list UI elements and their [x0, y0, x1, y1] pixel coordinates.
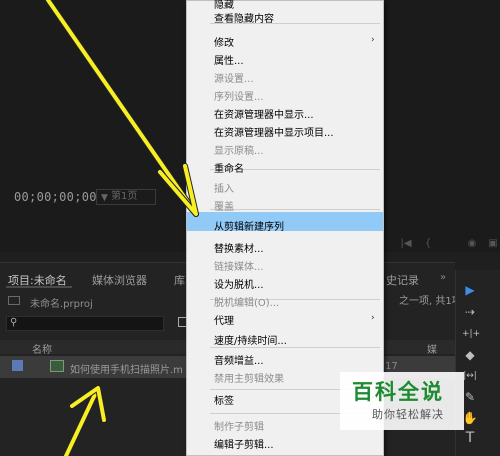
- clip-name[interactable]: 如何使用手机扫描照片.m: [70, 361, 183, 376]
- menu-item[interactable]: 从剪辑新建序列: [214, 218, 284, 233]
- menu-item[interactable]: 重命名: [214, 160, 244, 175]
- page-select[interactable]: ▼ 第1页: [96, 189, 156, 205]
- watermark-title: 百科全说: [352, 380, 444, 404]
- timecode-display[interactable]: 00;00;00;00: [14, 190, 97, 204]
- menu-item[interactable]: 在资源管理器中显示项目...: [214, 124, 334, 139]
- menu-item[interactable]: 设为脱机...: [214, 276, 264, 291]
- slip-tool-icon[interactable]: |↔|: [462, 368, 478, 384]
- type-tool-icon[interactable]: T: [462, 430, 478, 446]
- hand-tool-icon[interactable]: ✋: [462, 410, 478, 426]
- panel-menu-icon[interactable]: »: [440, 272, 446, 283]
- menu-item[interactable]: 源设置...: [214, 70, 254, 85]
- selection-tool-icon[interactable]: ▶: [462, 282, 478, 298]
- video-clip-icon: [50, 360, 64, 372]
- search-input[interactable]: [6, 316, 164, 331]
- page-select-value: 第1页: [111, 191, 138, 202]
- label-color-swatch[interactable]: [12, 360, 23, 371]
- tab-media-browser[interactable]: 媒体浏览器: [92, 272, 147, 288]
- menu-item[interactable]: 脱机编辑(O)...: [214, 294, 279, 309]
- active-tab-indicator: [6, 286, 72, 288]
- column-media[interactable]: 媒: [427, 341, 437, 356]
- menu-item[interactable]: 编辑子剪辑...: [214, 436, 274, 451]
- chevron-down-icon: ▼: [101, 193, 108, 203]
- folder-icon: [8, 296, 20, 305]
- menu-item[interactable]: 禁用主剪辑效果: [214, 370, 284, 385]
- column-name[interactable]: 名称: [32, 341, 52, 356]
- menu-item[interactable]: 修改: [214, 34, 234, 49]
- razor-tool-icon[interactable]: ◆: [462, 347, 478, 363]
- tab-library[interactable]: 库: [174, 272, 185, 288]
- menu-item[interactable]: 序列设置...: [214, 88, 264, 103]
- tab-history[interactable]: 史记录: [386, 272, 419, 288]
- track-select-tool-icon[interactable]: ⇢: [462, 304, 478, 320]
- menu-item[interactable]: 在资源管理器中显示...: [214, 106, 314, 121]
- project-file-name: 未命名.prproj: [30, 299, 93, 310]
- submenu-arrow-icon: ›: [371, 35, 375, 45]
- menu-separator: [210, 209, 380, 210]
- menu-item[interactable]: 属性...: [214, 52, 244, 67]
- item-count: 之一项, 共1项: [399, 296, 462, 307]
- export-frame-icon[interactable]: ▣: [486, 238, 500, 250]
- in-point-icon[interactable]: {: [421, 238, 435, 250]
- menu-item[interactable]: 标签: [214, 392, 234, 407]
- menu-item[interactable]: 制作子剪辑: [214, 418, 264, 433]
- step-icon[interactable]: |◀: [399, 238, 413, 250]
- search-icon: ⚲: [10, 317, 18, 328]
- menu-separator: [210, 347, 380, 348]
- menu-item[interactable]: 速度/持续时间...: [214, 332, 287, 347]
- pen-tool-icon[interactable]: ✎: [462, 389, 478, 405]
- clip-frame-rate: 17: [385, 361, 398, 372]
- menu-item[interactable]: 替换素材...: [214, 240, 264, 255]
- menu-item[interactable]: 查看隐藏内容: [214, 10, 274, 25]
- ripple-edit-tool-icon[interactable]: +|+: [462, 326, 480, 342]
- menu-item[interactable]: 覆盖: [214, 198, 234, 213]
- menu-item[interactable]: 插入: [214, 180, 234, 195]
- menu-item[interactable]: 代理: [214, 312, 234, 327]
- watermark-subtitle: 助你轻松解决: [372, 408, 444, 421]
- camera-icon[interactable]: ◉: [465, 238, 479, 250]
- menu-item[interactable]: 显示原稿...: [214, 142, 264, 157]
- submenu-arrow-icon: ›: [371, 313, 375, 323]
- menu-item[interactable]: 音频增益...: [214, 352, 264, 367]
- menu-item[interactable]: 链接媒体...: [214, 258, 264, 273]
